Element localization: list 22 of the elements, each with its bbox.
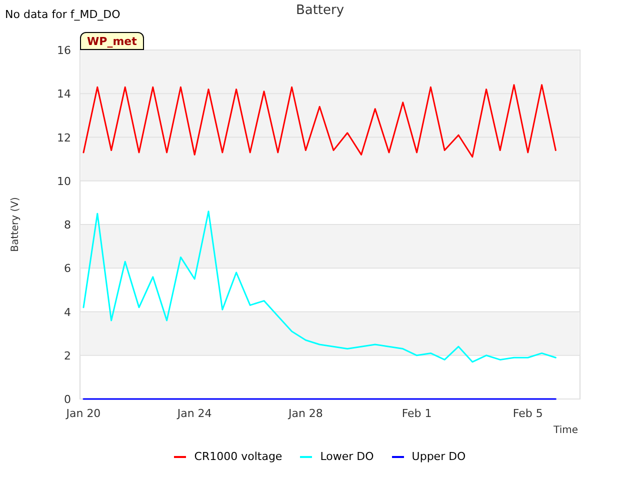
y-tick-label: 2 [64, 349, 71, 362]
no-data-note: No data for f_MD_DO [4, 7, 122, 21]
x-tick-label: Jan 28 [288, 407, 323, 420]
y-tick-label: 6 [64, 262, 71, 276]
x-axis-label: Time [554, 425, 578, 436]
station-badge: WP_met [80, 32, 144, 50]
legend-label: CR1000 voltage [194, 450, 282, 463]
y-tick-label: 4 [64, 306, 71, 319]
x-tick-label: Feb 5 [512, 407, 543, 420]
chart-title: Battery [296, 2, 344, 18]
y-tick-label: 14 [57, 88, 71, 101]
x-tick-label: Jan 24 [177, 407, 212, 420]
y-tick-label: 16 [57, 44, 71, 57]
y-tick-label: 10 [57, 174, 71, 188]
x-tick-label: Feb 1 [402, 407, 432, 420]
legend-label: Lower DO [320, 450, 374, 463]
y-tick-label: 8 [64, 218, 71, 232]
x-tick-label: Jan 20 [66, 407, 101, 420]
y-axis-label: Battery (V) [10, 197, 21, 252]
y-tick-label: 0 [64, 393, 71, 406]
legend-label: Upper DO [412, 450, 466, 463]
y-tick-label: 12 [57, 131, 71, 144]
